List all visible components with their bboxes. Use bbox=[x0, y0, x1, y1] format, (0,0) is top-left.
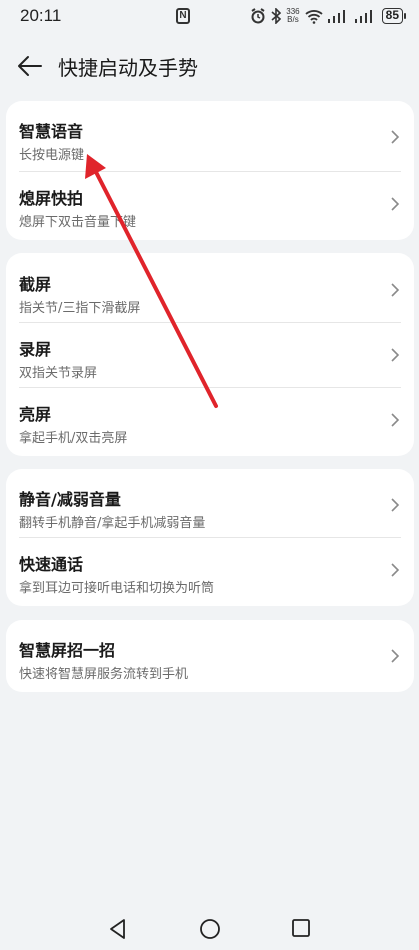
system-nav-bar bbox=[0, 908, 419, 950]
settings-group-4: 智慧屏招一招 快速将智慧屏服务流转到手机 bbox=[6, 620, 414, 692]
list-item-smart-voice[interactable]: 智慧语音 长按电源键 bbox=[6, 104, 414, 170]
list-item-smart-screen-wave[interactable]: 智慧屏招一招 快速将智慧屏服务流转到手机 bbox=[6, 623, 414, 689]
chevron-right-icon bbox=[391, 413, 400, 427]
chevron-right-icon bbox=[391, 649, 400, 663]
nav-recents-icon[interactable] bbox=[291, 918, 311, 938]
signal-icon-2 bbox=[354, 10, 372, 23]
row-subtitle: 熄屏下双击音量下键 bbox=[19, 215, 137, 230]
bluetooth-icon bbox=[271, 8, 282, 24]
chevron-right-icon bbox=[391, 283, 400, 297]
row-subtitle: 快速将智慧屏服务流转到手机 bbox=[19, 667, 189, 682]
signal-icon-1 bbox=[327, 10, 345, 23]
row-title: 截屏 bbox=[19, 275, 52, 294]
wifi-icon bbox=[305, 10, 323, 24]
status-time: 20:11 bbox=[20, 6, 62, 25]
row-title: 亮屏 bbox=[19, 405, 52, 424]
row-subtitle: 拿到耳边可接听电话和切换为听筒 bbox=[19, 581, 215, 596]
row-subtitle: 拿起手机/双击亮屏 bbox=[19, 431, 128, 446]
row-subtitle: 指关节/三指下滑截屏 bbox=[19, 301, 141, 316]
chevron-right-icon bbox=[391, 348, 400, 362]
back-arrow-icon[interactable] bbox=[17, 54, 43, 78]
settings-group-3: 静音/减弱音量 翻转手机静音/拿起手机减弱音量 快速通话 拿到耳边可接听电话和切… bbox=[6, 469, 414, 606]
chevron-right-icon bbox=[391, 197, 400, 211]
nfc-icon: N bbox=[176, 8, 190, 24]
settings-group-1: 智慧语音 长按电源键 熄屏快拍 熄屏下双击音量下键 bbox=[6, 101, 414, 240]
network-speed: 336 B/s bbox=[286, 7, 300, 24]
alarm-icon bbox=[251, 8, 265, 24]
row-title: 快速通话 bbox=[19, 555, 84, 574]
nav-home-icon[interactable] bbox=[199, 918, 221, 940]
chevron-right-icon bbox=[391, 498, 400, 512]
list-item-screen-off-snapshot[interactable]: 熄屏快拍 熄屏下双击音量下键 bbox=[6, 171, 414, 237]
row-subtitle: 双指关节录屏 bbox=[19, 366, 98, 381]
battery-icon: 85 bbox=[381, 8, 407, 24]
page-header: 快捷启动及手势 bbox=[0, 44, 419, 88]
row-title: 智慧屏招一招 bbox=[19, 641, 116, 660]
list-item-screen-record[interactable]: 录屏 双指关节录屏 bbox=[6, 322, 414, 388]
settings-group-2: 截屏 指关节/三指下滑截屏 录屏 双指关节录屏 亮屏 拿起手机/双击亮屏 bbox=[6, 253, 414, 456]
list-item-screenshot[interactable]: 截屏 指关节/三指下滑截屏 bbox=[6, 257, 414, 323]
chevron-right-icon bbox=[391, 130, 400, 144]
row-title: 熄屏快拍 bbox=[19, 189, 84, 208]
list-item-mute-lower-volume[interactable]: 静音/减弱音量 翻转手机静音/拿起手机减弱音量 bbox=[6, 472, 414, 538]
chevron-right-icon bbox=[391, 563, 400, 577]
row-subtitle: 翻转手机静音/拿起手机减弱音量 bbox=[19, 516, 206, 531]
row-title: 录屏 bbox=[19, 340, 52, 359]
status-bar: 20:11 N 336 B/s 85 bbox=[0, 0, 419, 34]
status-icons: 336 B/s 85 bbox=[250, 6, 407, 26]
row-title: 静音/减弱音量 bbox=[19, 490, 121, 509]
page-title: 快捷启动及手势 bbox=[58, 56, 198, 80]
row-title: 智慧语音 bbox=[19, 122, 84, 141]
list-item-wake-screen[interactable]: 亮屏 拿起手机/双击亮屏 bbox=[6, 387, 414, 453]
list-item-quick-call[interactable]: 快速通话 拿到耳边可接听电话和切换为听筒 bbox=[6, 537, 414, 603]
nav-back-icon[interactable] bbox=[108, 918, 128, 940]
row-subtitle: 长按电源键 bbox=[19, 148, 85, 163]
